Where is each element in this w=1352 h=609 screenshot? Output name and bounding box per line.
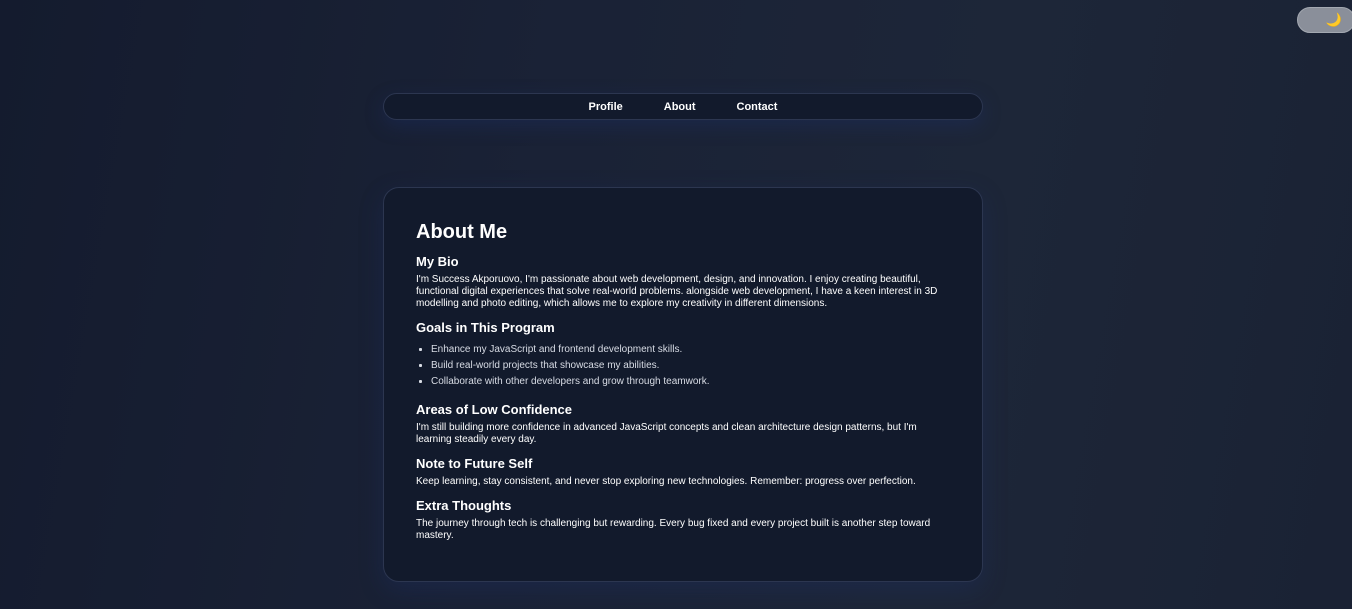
future-self-heading: Note to Future Self [416, 456, 533, 471]
goal-text: Collaborate with other developers and gr… [431, 376, 710, 387]
list-item: Build real-world projects that showcase … [416, 358, 950, 374]
goal-text: Build real-world projects that showcase … [431, 360, 660, 371]
theme-toggle[interactable]: 🌙 [1297, 7, 1352, 33]
list-item: Collaborate with other developers and gr… [416, 374, 950, 390]
low-confidence-heading: Areas of Low Confidence [416, 402, 573, 417]
nav-link-profile[interactable]: Profile [589, 101, 623, 113]
extra-thoughts-text: The journey through tech is challenging … [416, 518, 931, 541]
bullet-icon [419, 380, 422, 383]
low-confidence-text: I'm still building more confidence in ad… [416, 422, 917, 445]
bullet-icon [419, 348, 422, 351]
list-item: Enhance my JavaScript and frontend devel… [416, 342, 950, 358]
bullet-icon [419, 364, 422, 367]
bio-heading: My Bio [416, 254, 459, 269]
nav-link-about[interactable]: About [664, 101, 696, 113]
bio-text: I'm Success Akporuovo, I'm passionate ab… [416, 274, 938, 309]
about-card: About Me My Bio I'm Success Akporuovo, I… [383, 187, 983, 582]
moon-icon: 🌙 [1325, 12, 1342, 27]
navbar: Profile About Contact [383, 93, 983, 120]
extra-thoughts-heading: Extra Thoughts [416, 498, 512, 513]
goals-heading: Goals in This Program [416, 320, 555, 335]
future-self-text: Keep learning, stay consistent, and neve… [416, 476, 916, 487]
goal-text: Enhance my JavaScript and frontend devel… [431, 344, 683, 355]
page-title: About Me [416, 221, 508, 243]
nav-link-contact[interactable]: Contact [737, 101, 778, 113]
goals-list: Enhance my JavaScript and frontend devel… [416, 342, 950, 390]
